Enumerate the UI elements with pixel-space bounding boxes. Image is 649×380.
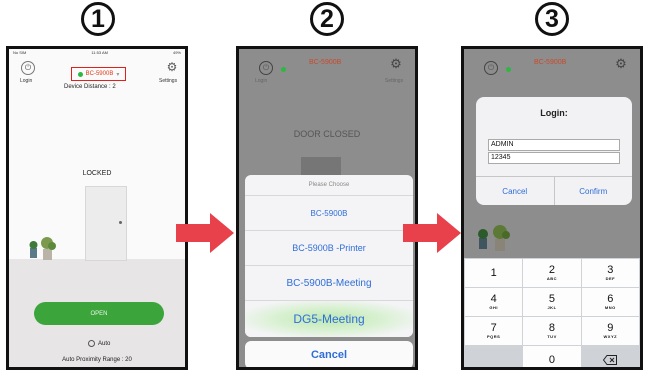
phone-screen-3: ⏻ BC-5900B ⚙ Login: ADMIN 12345 Cancel C…	[461, 46, 643, 370]
door-status: DOOR CLOSED	[293, 129, 361, 139]
key-3[interactable]: 3 DEF	[581, 259, 639, 287]
option-bc-5900b-meeting[interactable]: BC-5900B-Meeting	[245, 265, 413, 300]
device-selector[interactable]: BC-5900B ▾	[71, 67, 126, 81]
key-8[interactable]: 8 TUV	[523, 317, 581, 345]
plant-icon	[29, 237, 56, 260]
option-bc-5900b[interactable]: BC-5900B	[245, 195, 413, 230]
key-0[interactable]: 0	[523, 346, 581, 367]
settings-label: Settings	[385, 78, 404, 84]
gear-icon[interactable]: ⚙	[165, 61, 179, 75]
key-5[interactable]: 5 JKL	[523, 288, 581, 316]
cancel-button[interactable]: Cancel	[476, 177, 554, 205]
dialog-actions: Cancel Confirm	[476, 176, 632, 205]
option-dg5-meeting[interactable]: DG5-Meeting	[245, 300, 413, 337]
cancel-button[interactable]: Cancel	[245, 341, 413, 367]
login-icon[interactable]: ⏻	[484, 61, 498, 75]
dialog-title: Login:	[540, 108, 568, 118]
phone-screen-2: ⏻ BC-5900B Login ⚙ Settings DOOR CLOSED …	[236, 46, 418, 370]
auto-option[interactable]: Auto	[88, 340, 110, 347]
door-illustration	[85, 186, 127, 261]
plant-icon	[478, 225, 510, 251]
phone-screen-1: No SIM 11:53 AM 49% ⏻ Login BC-5900B ▾ D…	[6, 46, 188, 370]
login-label: Login	[20, 78, 33, 84]
settings-label: Settings	[159, 78, 178, 84]
option-bc-5900b-printer[interactable]: BC-5900B -Printer	[245, 230, 413, 265]
key-6[interactable]: 6 MNO	[581, 288, 639, 316]
login-icon[interactable]: ⏻	[21, 61, 35, 75]
gear-icon[interactable]: ⚙	[389, 57, 403, 72]
device-name: BC-5900B	[534, 59, 567, 66]
radio-icon[interactable]	[88, 340, 95, 347]
device-name: BC-5900B	[85, 71, 114, 77]
auto-proximity-range: Auto Proximity Range : 20	[62, 357, 132, 363]
username-field[interactable]: ADMIN	[488, 139, 620, 151]
connected-dot-icon	[506, 67, 511, 72]
step-number-2: 2	[310, 2, 344, 36]
sheet-title: Please Choose	[308, 182, 350, 188]
arrow-right-icon	[176, 213, 234, 253]
key-2[interactable]: 2 ABC	[523, 259, 581, 287]
password-field[interactable]: 12345	[488, 152, 620, 164]
key-9[interactable]: 9 WXYZ	[581, 317, 639, 345]
backspace-key[interactable]	[581, 346, 639, 367]
numeric-keypad: 1 2 ABC 3 DEF 4 GHI 5 JKL 6 MNO 7 PQRS 8 TUV 9W…	[464, 258, 640, 367]
confirm-button[interactable]: Confirm	[553, 177, 633, 205]
login-label: Login	[255, 78, 268, 84]
connected-dot-icon	[281, 67, 286, 72]
auto-label: Auto	[98, 340, 111, 347]
key-7[interactable]: 7 PQRS	[465, 317, 523, 345]
gear-icon[interactable]: ⚙	[614, 57, 628, 72]
battery-text: 49%	[172, 50, 181, 55]
step-number-3: 3	[535, 2, 569, 36]
backspace-icon	[603, 355, 618, 365]
step-number-1: 1	[81, 2, 115, 36]
login-dialog: Login: ADMIN 12345 Cancel Confirm	[476, 97, 632, 205]
key-1[interactable]: 1	[465, 259, 523, 287]
open-button[interactable]: OPEN	[34, 302, 164, 325]
device-distance: Device Distance : 2	[64, 84, 116, 90]
key-4[interactable]: 4 GHI	[465, 288, 523, 316]
status-time: 11:53 AM	[91, 50, 108, 55]
chevron-down-icon: ▾	[116, 71, 120, 78]
arrow-right-icon	[403, 213, 461, 253]
carrier-text: No SIM	[13, 50, 27, 55]
connected-dot-icon	[77, 71, 83, 77]
key-blank	[465, 346, 523, 367]
login-icon[interactable]: ⏻	[259, 61, 273, 75]
status-bar: No SIM 11:53 AM 49%	[9, 49, 185, 58]
choose-sheet: Please Choose BC-5900B BC-5900B -Printer…	[245, 175, 413, 337]
device-name: BC-5900B	[309, 59, 342, 66]
lock-status: LOCKED	[82, 170, 112, 177]
